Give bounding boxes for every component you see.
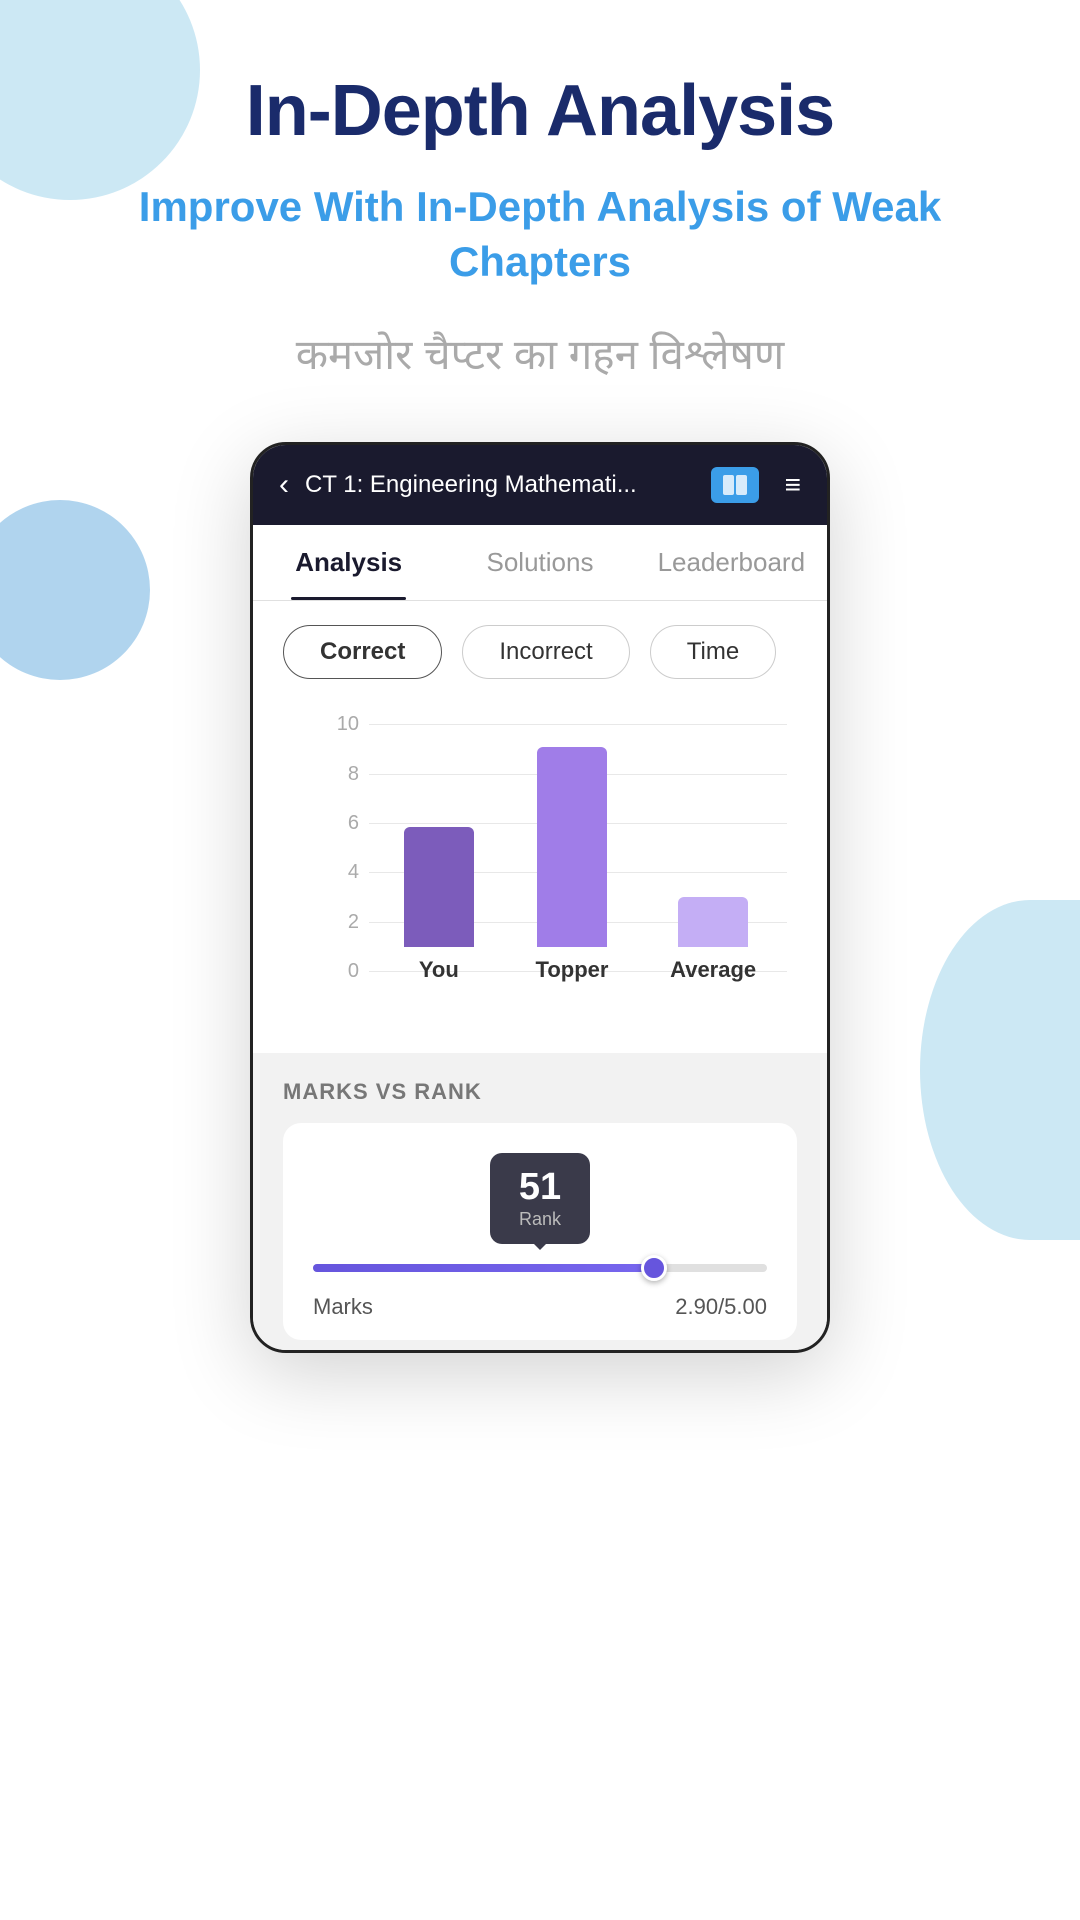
y-label-2: 2 xyxy=(323,911,359,934)
bar-label-topper: Topper xyxy=(536,957,609,983)
y-label-0: 0 xyxy=(323,960,359,983)
slider-fill xyxy=(313,1264,654,1272)
filter-time[interactable]: Time xyxy=(650,625,776,679)
y-label-8: 8 xyxy=(323,763,359,786)
page-main-title: In-Depth Analysis xyxy=(246,70,834,152)
marks-slider[interactable] xyxy=(313,1264,767,1272)
bar-group-topper: Topper xyxy=(536,747,609,983)
rank-tooltip: 51 Rank xyxy=(313,1153,767,1244)
bar-average xyxy=(678,897,748,947)
y-label-4: 4 xyxy=(323,861,359,884)
marks-rank-title: MARKS VS RANK xyxy=(283,1079,797,1105)
filter-row: Correct Incorrect Time xyxy=(253,601,827,703)
rank-number: 51 xyxy=(518,1167,562,1209)
grid-rule xyxy=(369,724,787,725)
book-icon xyxy=(711,467,759,503)
marks-rank-section: MARKS VS RANK 51 Rank Marks 2. xyxy=(253,1053,827,1350)
marks-label: Marks xyxy=(313,1294,373,1320)
subtitle-hindi: कमजोर चैप्टर का गहन विश्लेषण xyxy=(296,325,784,382)
y-label-6: 6 xyxy=(323,812,359,835)
back-button[interactable]: ‹ xyxy=(279,468,289,502)
bar-group-average: Average xyxy=(670,897,756,983)
bar-label-average: Average xyxy=(670,957,756,983)
phone-mockup: ‹ CT 1: Engineering Mathemati... ≡ Analy… xyxy=(250,442,830,1353)
rank-label: Rank xyxy=(519,1209,561,1229)
bar-chart: 10 8 6 4 2 xyxy=(283,713,797,1033)
bar-you xyxy=(404,827,474,947)
marks-rank-card: 51 Rank Marks 2.90/5.00 xyxy=(283,1123,797,1340)
marks-value: 2.90/5.00 xyxy=(675,1294,767,1320)
bars-row: You Topper Average xyxy=(373,733,787,983)
bar-topper xyxy=(537,747,607,947)
menu-icon[interactable]: ≡ xyxy=(785,469,801,501)
filter-correct[interactable]: Correct xyxy=(283,625,442,679)
tab-leaderboard[interactable]: Leaderboard xyxy=(636,525,827,600)
header-title: CT 1: Engineering Mathemati... xyxy=(305,471,695,499)
marks-footer: Marks 2.90/5.00 xyxy=(313,1288,767,1320)
filter-incorrect[interactable]: Incorrect xyxy=(462,625,629,679)
tab-solutions[interactable]: Solutions xyxy=(444,525,635,600)
bar-group-you: You xyxy=(404,827,474,983)
y-label-10: 10 xyxy=(323,713,359,736)
phone-header: ‹ CT 1: Engineering Mathemati... ≡ xyxy=(253,445,827,525)
chart-container: 10 8 6 4 2 xyxy=(253,703,827,1053)
tabs-bar: Analysis Solutions Leaderboard xyxy=(253,525,827,601)
bar-label-you: You xyxy=(419,957,459,983)
subtitle-english: Improve With In-Depth Analysis of Weak C… xyxy=(0,180,1080,289)
rank-badge: 51 Rank xyxy=(490,1153,590,1244)
slider-thumb xyxy=(641,1255,667,1281)
tab-analysis[interactable]: Analysis xyxy=(253,525,444,600)
